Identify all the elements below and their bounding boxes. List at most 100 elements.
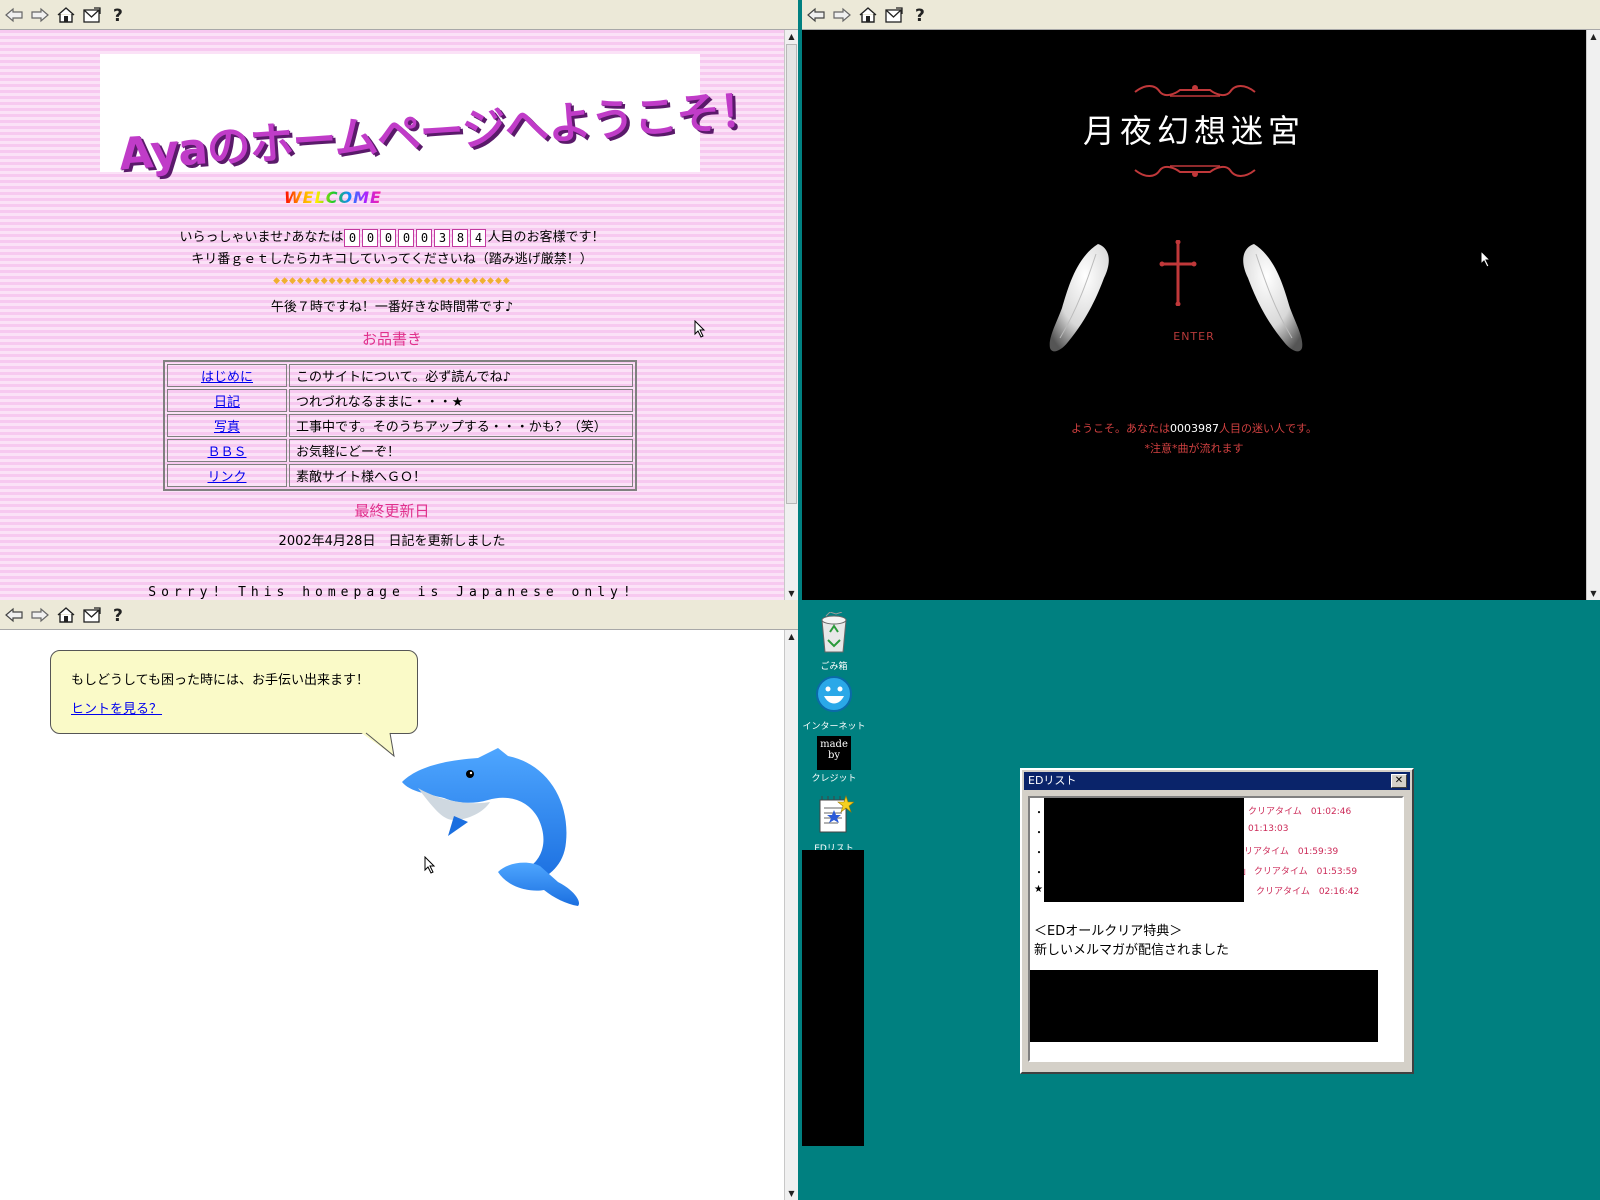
help-icon[interactable]: ? xyxy=(106,603,130,627)
visitor-counter: 0003987 xyxy=(1170,422,1220,435)
menu-link-links[interactable]: リンク xyxy=(207,470,246,485)
scroll-thumb[interactable] xyxy=(786,44,797,504)
speech-bubble: もしどうしても困った時には、お手伝い出来ます！ ヒントを見る？ xyxy=(50,650,418,734)
scroll-down-icon[interactable]: ▼ xyxy=(785,587,798,600)
clear-time: 01:13:03 xyxy=(1248,824,1289,834)
forward-icon[interactable] xyxy=(28,603,52,627)
mail-icon[interactable] xyxy=(80,3,104,27)
scroll-up-icon[interactable]: ▲ xyxy=(785,630,798,643)
visitor-prefix: ようこそ。あなたは xyxy=(1071,422,1171,435)
time-message: 午後７時ですね！一番好きな時間帯です♪ xyxy=(270,300,514,315)
desktop-icon-label: インターネット xyxy=(802,722,866,732)
tsukiyo-browser: ? 月夜幻想迷宮 ENTER ようこそ。あなたは0003987人目の迷い人です。… xyxy=(802,0,1600,600)
tsukiyo-page-content: 月夜幻想迷宮 ENTER ようこそ。あなたは0003987人目の迷い人です。 *… xyxy=(802,30,1586,600)
browser-toolbar: ? xyxy=(802,0,1600,30)
list-bullet: ・ xyxy=(1034,828,1044,839)
menu-link-bbs[interactable]: ＢＢＳ xyxy=(207,445,246,460)
bonus-heading: ＜EDオールクリア特典＞ xyxy=(1034,924,1183,939)
speech-bubble-tail-icon xyxy=(360,732,395,758)
visitor-counter-line: いらっしゃいませ♪あなたは 0 0 0 0 0 3 8 4 人目のお客様です！ xyxy=(0,226,784,247)
last-updated-text: 2002年4月28日 日記を更新しました xyxy=(278,534,506,549)
table-row: ＢＢＳ お気軽にどーぞ！ xyxy=(167,439,633,462)
enter-link[interactable]: ENTER xyxy=(802,330,1586,343)
desktop: ごみ箱 インターネット made by クレジット EDリスト EDリスト ✕ xyxy=(802,600,1600,1200)
help-icon[interactable]: ? xyxy=(908,3,932,27)
counter-digit: 4 xyxy=(470,228,487,247)
help-icon[interactable]: ? xyxy=(106,3,130,27)
internet-shortcut[interactable]: インターネット xyxy=(802,674,866,732)
hint-link[interactable]: ヒントを見る？ xyxy=(71,698,162,717)
recycle-bin-shortcut[interactable]: ごみ箱 xyxy=(802,611,866,672)
greeting-prefix: いらっしゃいませ♪あなたは xyxy=(179,230,344,245)
last-updated-heading: 最終更新日 xyxy=(354,502,430,520)
ornament-bottom-icon xyxy=(1134,165,1256,177)
list-bullet: ・ xyxy=(1034,868,1044,879)
credits-icon: made by xyxy=(817,736,851,770)
close-icon[interactable]: ✕ xyxy=(1391,774,1407,788)
dolphin-mascot-icon[interactable] xyxy=(398,742,598,912)
credits-shortcut[interactable]: made by クレジット xyxy=(802,736,866,784)
svg-text:?: ? xyxy=(113,6,123,24)
vertical-scrollbar[interactable]: ▲ ▼ xyxy=(1586,30,1600,600)
counter-digit: 3 xyxy=(434,228,451,247)
recycle-bin-icon xyxy=(821,611,847,653)
ed-list-shortcut[interactable]: EDリスト xyxy=(802,794,866,854)
scroll-down-icon[interactable]: ▼ xyxy=(785,1187,798,1200)
menu-link-diary[interactable]: 日記 xyxy=(214,395,240,410)
menu-link-intro[interactable]: はじめに xyxy=(201,370,253,385)
cross-icon[interactable] xyxy=(1158,240,1198,306)
desktop-icon-label: ごみ箱 xyxy=(820,662,848,672)
visitor-counter: 00000384 xyxy=(343,228,487,247)
menu-desc: 工事中です。そのうちアップする・・・かも？（笑） xyxy=(289,414,633,437)
table-row: リンク 素敵サイト様へＧＯ！ xyxy=(167,464,633,487)
menu-desc: 素敵サイト様へＧＯ！ xyxy=(289,464,633,487)
help-page-content: もしどうしても困った時には、お手伝い出来ます！ ヒントを見る？ xyxy=(0,630,784,1200)
window-titlebar[interactable]: EDリスト ✕ xyxy=(1024,772,1410,790)
counter-digit: 0 xyxy=(362,228,379,247)
table-row: 日記 つれづれなるままに・・・★ xyxy=(167,389,633,412)
home-icon[interactable] xyxy=(54,3,78,27)
kiriban-notice: キリ番ｇｅｔしたらカキコしていってくださいね（踏み逃げ厳禁！） xyxy=(191,252,593,267)
svg-text:?: ? xyxy=(915,6,925,24)
home-icon[interactable] xyxy=(54,603,78,627)
internet-icon xyxy=(816,676,852,712)
help-message: もしどうしても困った時には、お手伝い出来ます！ xyxy=(71,673,369,688)
counter-digit: 0 xyxy=(344,228,361,247)
table-row: 写真 工事中です。そのうちアップする・・・かも？（笑） xyxy=(167,414,633,437)
menu-desc: このサイトについて。必ず読んでね♪ xyxy=(289,364,633,387)
list-bullet: ・ xyxy=(1034,848,1044,859)
mail-icon[interactable] xyxy=(80,603,104,627)
forward-icon[interactable] xyxy=(28,3,52,27)
diamond-divider: ◆◆◆◆◆◆◆◆◆◆◆◆◆◆◆◆◆◆◆◆◆◆◆◆◆◆◆◆◆◆ xyxy=(273,276,511,286)
menu-desc: お気軽にどーぞ！ xyxy=(289,439,633,462)
site-menu-table: はじめに このサイトについて。必ず読んでね♪ 日記 つれづれなるままに・・・★ … xyxy=(163,360,637,491)
clear-time: クリアタイム 01:02:46 xyxy=(1248,807,1352,817)
home-icon[interactable] xyxy=(856,3,880,27)
menu-heading: お品書き xyxy=(361,330,422,348)
greeting-suffix: 人目のお客様です！ xyxy=(487,230,605,245)
forward-icon[interactable] xyxy=(830,3,854,27)
back-icon[interactable] xyxy=(2,603,26,627)
back-icon[interactable] xyxy=(2,3,26,27)
welcome-banner: Ayaのホームページへようこそ！ xyxy=(100,54,764,180)
browser-toolbar: ? xyxy=(0,0,798,30)
menu-link-photos[interactable]: 写真 xyxy=(214,420,240,435)
help-browser: ? もしどうしても困った時には、お手伝い出来ます！ ヒントを見る？ ▲ ▼ xyxy=(0,600,798,1200)
scroll-up-icon[interactable]: ▲ xyxy=(785,30,798,43)
list-bullet: ★ xyxy=(1034,884,1043,895)
scroll-down-icon[interactable]: ▼ xyxy=(1587,587,1600,600)
japanese-only-notice: Sorry! This homepage is Japanese only! xyxy=(148,585,636,600)
bonus-message: 新しいメルマガが配信されました xyxy=(1034,943,1230,958)
vertical-scrollbar[interactable]: ▲ ▼ xyxy=(784,630,798,1200)
mail-icon[interactable] xyxy=(882,3,906,27)
table-row: はじめに このサイトについて。必ず読んでね♪ xyxy=(167,364,633,387)
menu-desc: つれづれなるままに・・・★ xyxy=(289,389,633,412)
scroll-up-icon[interactable]: ▲ xyxy=(1587,30,1600,43)
site-title: 月夜幻想迷宮 xyxy=(1082,112,1305,150)
ed-list-body: ・ クリアタイム 01:02:46 ・ 01:13:03 ・ リアタイム 01:… xyxy=(1028,796,1404,1062)
clear-time: 」 クリアタイム 01:53:59 xyxy=(1242,867,1358,877)
mouse-cursor-icon xyxy=(424,856,436,874)
vertical-scrollbar[interactable]: ▲ ▼ xyxy=(784,30,798,600)
back-icon[interactable] xyxy=(804,3,828,27)
ed-list-icon xyxy=(819,795,855,833)
